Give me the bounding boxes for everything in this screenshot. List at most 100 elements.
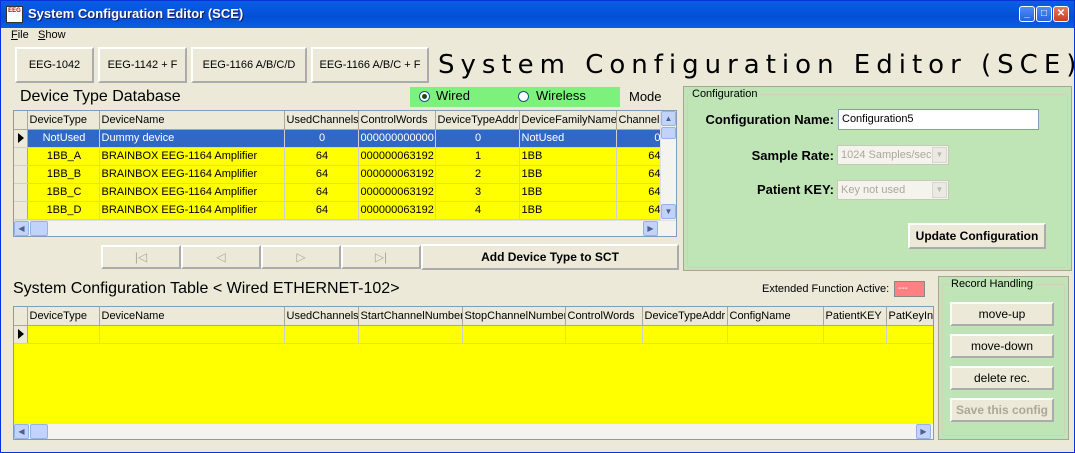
row-indicator[interactable] [14, 183, 28, 202]
wireless-label[interactable]: Wireless [536, 88, 586, 103]
scroll-left-icon[interactable]: ◀ [14, 221, 29, 236]
table-cell[interactable]: 1BB_A [27, 147, 100, 166]
patient-key-select[interactable]: Key not used ▼ [837, 180, 949, 200]
column-header[interactable]: UsedChannels [284, 111, 359, 130]
move-up-button[interactable]: move-up [950, 302, 1054, 326]
scroll-right-icon[interactable]: ▶ [916, 424, 931, 439]
minimize-icon[interactable]: _ [1019, 6, 1035, 22]
nav-last-button[interactable]: ▷| [341, 245, 421, 269]
table-cell[interactable]: 000000063192 [358, 165, 436, 184]
table-cell[interactable]: 000000063192 [358, 183, 436, 202]
table-cell[interactable] [642, 325, 728, 344]
scroll-thumb[interactable] [661, 127, 676, 139]
row-indicator[interactable] [14, 325, 28, 344]
column-header[interactable]: DeviceFamilyName [519, 111, 617, 130]
table-cell[interactable] [727, 325, 824, 344]
table-cell[interactable]: 000000063192 [358, 147, 436, 166]
update-configuration-button[interactable]: Update Configuration [908, 223, 1046, 249]
close-icon[interactable]: ✕ [1053, 6, 1069, 22]
nav-first-button[interactable]: |◁ [101, 245, 181, 269]
column-header[interactable]: DeviceName [99, 307, 285, 326]
device-button-eeg-1042[interactable]: EEG-1042 [15, 47, 94, 83]
table-cell[interactable]: NotUsed [519, 129, 617, 148]
device-type-grid[interactable]: DeviceType DeviceName UsedChannels Contr… [13, 110, 677, 237]
column-header[interactable]: PatientKEY [823, 307, 887, 326]
column-header[interactable]: DeviceType [27, 111, 100, 130]
nav-prev-button[interactable]: ◁ [181, 245, 261, 269]
wired-label[interactable]: Wired [436, 88, 470, 103]
column-header[interactable]: PatKeyIn [886, 307, 933, 326]
table-cell[interactable]: 1BB [519, 165, 617, 184]
row-indicator[interactable] [14, 201, 28, 220]
system-configuration-grid[interactable]: DeviceType DeviceName UsedChannels Start… [13, 306, 934, 440]
table-row[interactable]: 1BB_C BRAINBOX EEG-1164 Amplifier 64 000… [14, 183, 662, 202]
table-cell[interactable] [565, 325, 643, 344]
horizontal-scrollbar[interactable]: ◀ ▶ [14, 423, 933, 439]
table-row[interactable]: 1BB_D BRAINBOX EEG-1164 Amplifier 64 000… [14, 201, 662, 220]
table-cell[interactable]: NotUsed [27, 129, 100, 148]
table-cell[interactable]: 1BB [519, 201, 617, 220]
table-cell[interactable] [358, 325, 463, 344]
chevron-down-icon[interactable]: ▼ [932, 182, 947, 198]
scroll-up-icon[interactable]: ▲ [661, 111, 676, 126]
column-header[interactable]: DeviceName [99, 111, 285, 130]
device-button-eeg-1166-abc-f[interactable]: EEG-1166 A/B/C + F [311, 47, 429, 83]
table-cell[interactable]: 1BB_B [27, 165, 100, 184]
table-cell[interactable]: 64 [284, 183, 359, 202]
row-indicator[interactable] [14, 147, 28, 166]
menu-file[interactable]: File [11, 29, 29, 41]
configuration-name-input[interactable]: Configuration5 [838, 109, 1039, 130]
table-cell[interactable] [284, 325, 359, 344]
table-cell[interactable] [886, 325, 933, 344]
table-cell[interactable]: Dummy device [99, 129, 285, 148]
table-cell[interactable]: 64 [616, 147, 662, 166]
scroll-down-icon[interactable]: ▼ [661, 204, 676, 219]
table-cell[interactable]: 0 [435, 129, 520, 148]
table-cell[interactable]: 64 [284, 165, 359, 184]
table-cell[interactable] [99, 325, 285, 344]
table-cell[interactable]: BRAINBOX EEG-1164 Amplifier [99, 183, 285, 202]
table-cell[interactable]: 64 [284, 201, 359, 220]
chevron-down-icon[interactable]: ▼ [932, 147, 947, 163]
table-cell[interactable]: 64 [616, 165, 662, 184]
table-cell[interactable]: 4 [435, 201, 520, 220]
save-config-button[interactable]: Save this config [950, 398, 1054, 422]
horizontal-scrollbar[interactable]: ◀ ▶ [14, 220, 676, 236]
scroll-right-icon[interactable]: ▶ [643, 221, 658, 236]
maximize-icon[interactable]: □ [1036, 6, 1052, 22]
column-header[interactable]: StartChannelNumber [358, 307, 463, 326]
menu-show[interactable]: Show [38, 29, 66, 41]
table-cell[interactable]: 64 [616, 201, 662, 220]
column-header[interactable]: StopChannelNumber [462, 307, 566, 326]
vertical-scrollbar[interactable]: ▲ ▼ [660, 111, 676, 220]
add-device-type-button[interactable]: Add Device Type to SCT [421, 244, 679, 270]
table-cell[interactable]: 1BB [519, 183, 617, 202]
table-cell[interactable]: 1BB_C [27, 183, 100, 202]
table-cell[interactable]: 1 [435, 147, 520, 166]
table-cell[interactable]: 3 [435, 183, 520, 202]
title-bar[interactable]: EEG System Configuration Editor (SCE) _ … [1, 1, 1074, 28]
column-header[interactable]: DeviceType [27, 307, 100, 326]
table-cell[interactable] [27, 325, 100, 344]
scroll-left-icon[interactable]: ◀ [14, 424, 29, 439]
column-header[interactable]: DeviceTypeAddr [642, 307, 728, 326]
row-indicator[interactable] [14, 165, 28, 184]
move-down-button[interactable]: move-down [950, 334, 1054, 358]
scroll-thumb[interactable] [30, 424, 48, 439]
table-cell[interactable]: BRAINBOX EEG-1164 Amplifier [99, 165, 285, 184]
table-cell[interactable]: 1BB_D [27, 201, 100, 220]
row-indicator[interactable] [14, 129, 28, 148]
column-header[interactable]: ControlWords [565, 307, 643, 326]
nav-next-button[interactable]: ▷ [261, 245, 341, 269]
column-header[interactable]: DeviceTypeAddr [435, 111, 520, 130]
device-button-eeg-1142-f[interactable]: EEG-1142 + F [98, 47, 187, 83]
table-cell[interactable] [823, 325, 887, 344]
column-header[interactable]: Channels [616, 111, 662, 130]
table-cell[interactable]: 0 [616, 129, 662, 148]
column-header[interactable]: ControlWords [358, 111, 436, 130]
table-cell[interactable]: 2 [435, 165, 520, 184]
table-row[interactable]: 1BB_B BRAINBOX EEG-1164 Amplifier 64 000… [14, 165, 662, 184]
table-cell[interactable]: 64 [616, 183, 662, 202]
table-cell[interactable]: 1BB [519, 147, 617, 166]
table-cell[interactable]: 000000063192 [358, 201, 436, 220]
